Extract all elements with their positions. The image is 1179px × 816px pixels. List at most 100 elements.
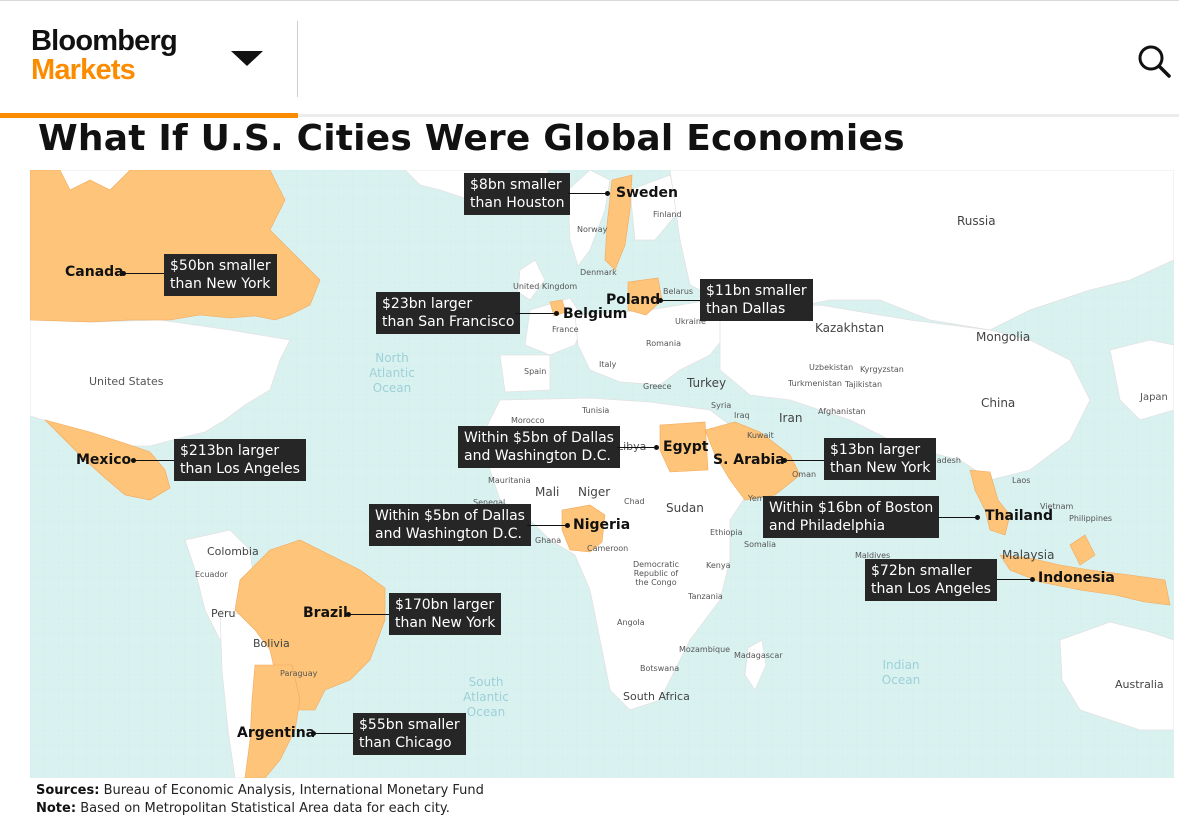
label-thailand: Thailand — [985, 508, 1053, 524]
connector-argentina — [315, 733, 355, 734]
search-icon[interactable] — [1134, 41, 1174, 81]
label-colombia: Colombia — [207, 545, 259, 558]
label-philippines: Philippines — [1069, 514, 1113, 523]
label-italy: Italy — [599, 360, 617, 369]
label-bolivia: Bolivia — [253, 637, 290, 650]
label-niger: Niger — [578, 485, 611, 499]
label-indian-ocean: Indian Ocean — [881, 658, 921, 687]
connector-poland — [662, 300, 702, 301]
callout-sweden-line1: $8bn smaller — [470, 177, 562, 193]
connector-canada — [125, 273, 165, 274]
callout-indonesia-line1: $72bn smaller — [871, 563, 972, 579]
label-canada: Canada — [65, 264, 124, 280]
callout-egypt-line1: Within $5bn of Dallas — [464, 430, 614, 446]
brand-line-2: Markets — [31, 54, 136, 86]
label-uk: United Kingdom — [513, 282, 578, 291]
label-drc: Democratic Republic of the Congo — [632, 560, 680, 587]
header-divider — [297, 21, 298, 97]
callout-belgium: $23bn larger than San Francisco — [376, 292, 521, 334]
callout-sweden-line2: than Houston — [470, 195, 565, 211]
label-botswana: Botswana — [640, 664, 680, 673]
label-kuwait: Kuwait — [747, 431, 774, 440]
label-russia: Russia — [957, 214, 996, 228]
connector-saudi-arabia — [786, 460, 826, 461]
label-kazakhstan: Kazakhstan — [815, 321, 885, 335]
label-romania: Romania — [646, 339, 681, 348]
label-tanzania: Tanzania — [688, 592, 723, 601]
marker-egypt — [654, 445, 659, 450]
label-sudan: Sudan — [666, 501, 704, 515]
label-denmark: Denmark — [580, 268, 617, 277]
label-paraguay: Paraguay — [280, 669, 318, 678]
label-nigeria: Nigeria — [573, 517, 631, 533]
callout-nigeria-line1: Within $5bn of Dallas — [375, 508, 525, 524]
marker-indonesia — [1030, 577, 1035, 582]
label-turkmenistan: Turkmenistan — [788, 379, 842, 388]
label-norway: Norway — [577, 225, 608, 234]
label-laos: Laos — [1012, 476, 1031, 485]
label-mali: Mali — [535, 485, 560, 499]
note-label: Note: — [36, 801, 77, 816]
chevron-down-icon[interactable] — [231, 51, 263, 66]
header-rule — [298, 114, 1179, 117]
label-oman: Oman — [792, 470, 817, 479]
label-belgium: Belgium — [563, 306, 628, 322]
label-uzbekistan: Uzbekistan — [809, 363, 854, 372]
callout-saudi-arabia: $13bn larger than New York — [824, 438, 937, 480]
label-syria: Syria — [711, 401, 732, 410]
label-tunisia: Tunisia — [582, 406, 610, 415]
callout-mexico: $213bn larger than Los Angeles — [174, 439, 306, 481]
sources-label: Sources: — [36, 783, 100, 798]
callout-egypt-line2: and Washington D.C. — [464, 448, 611, 464]
callout-thailand-line1: Within $16bn of Boston — [769, 500, 934, 516]
page-title: What If U.S. Cities Were Global Economie… — [38, 118, 905, 159]
label-mongolia: Mongolia — [976, 330, 1031, 344]
callout-poland-line1: $11bn smaller — [706, 283, 807, 299]
label-iran: Iran — [779, 411, 803, 425]
connector-indonesia — [997, 579, 1031, 580]
label-argentina: Argentina — [237, 725, 316, 741]
label-finland: Finland — [653, 210, 682, 219]
label-united-states: United States — [89, 375, 164, 388]
callout-poland: $11bn smaller than Dallas — [700, 279, 813, 321]
label-china: China — [981, 396, 1016, 410]
callout-nigeria-line2: and Washington D.C. — [375, 526, 522, 542]
label-mauritania: Mauritania — [488, 476, 531, 485]
label-indonesia: Indonesia — [1038, 570, 1115, 586]
label-australia: Australia — [1115, 678, 1164, 691]
callout-sweden: $8bn smaller than Houston — [464, 173, 571, 215]
sources-line: Sources: Bureau of Economic Analysis, In… — [36, 783, 484, 798]
label-malaysia: Malaysia — [1002, 548, 1055, 562]
label-greece: Greece — [643, 382, 672, 391]
label-south-atlantic-ocean: South Atlantic Ocean — [463, 675, 509, 719]
connector-egypt — [617, 447, 655, 448]
note-line: Note: Based on Metropolitan Statistical … — [36, 801, 450, 816]
callout-nigeria: Within $5bn of Dallas and Washington D.C… — [369, 504, 531, 546]
callout-brazil-line1: $170bn larger — [395, 597, 495, 613]
callout-indonesia: $72bn smaller than Los Angeles — [865, 559, 997, 601]
callout-argentina: $55bn smaller than Chicago — [353, 713, 466, 755]
callout-canada: $50bn smaller than New York — [164, 254, 277, 296]
label-ecuador: Ecuador — [195, 570, 228, 579]
marker-sweden — [605, 191, 610, 196]
callout-argentina-line2: than Chicago — [359, 735, 452, 751]
callout-argentina-line1: $55bn smaller — [359, 717, 460, 733]
label-turkey: Turkey — [687, 376, 727, 390]
callout-canada-line1: $50bn smaller — [170, 258, 271, 274]
callout-poland-line2: than Dallas — [706, 301, 786, 317]
label-ghana: Ghana — [535, 536, 562, 545]
map-region-canada — [30, 170, 321, 323]
callout-brazil: $170bn larger than New York — [389, 593, 502, 635]
label-mozambique: Mozambique — [679, 645, 731, 654]
marker-nigeria — [565, 523, 570, 528]
label-afghanistan: Afghanistan — [818, 407, 866, 416]
callout-belgium-line2: than San Francisco — [382, 314, 515, 330]
callout-thailand: Within $16bn of Boston and Philadelphia — [763, 496, 940, 538]
callout-belgium-line1: $23bn larger — [382, 296, 473, 312]
bloomberg-markets-logo[interactable]: Bloomberg Markets — [31, 25, 178, 86]
callout-thailand-line2: and Philadelphia — [769, 518, 886, 534]
sources-text: Bureau of Economic Analysis, Internation… — [103, 783, 484, 798]
label-angola: Angola — [617, 618, 645, 627]
label-sweden: Sweden — [616, 185, 678, 201]
brand-line-1: Bloomberg — [31, 25, 178, 57]
